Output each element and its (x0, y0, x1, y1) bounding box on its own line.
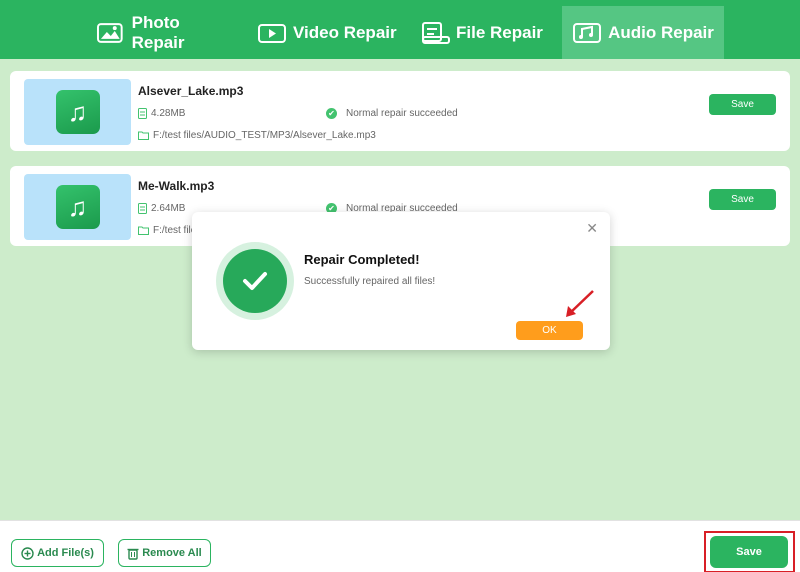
add-files-button[interactable]: Add File(s) (11, 539, 104, 567)
file-name: Me-Walk.mp3 (138, 179, 215, 193)
tab-label: Audio Repair (608, 22, 714, 42)
tab-audio-repair[interactable]: Audio Repair (562, 6, 724, 59)
music-note-icon: ♫ (55, 185, 100, 229)
bottom-action-bar: Add File(s) Remove All Save (0, 520, 800, 572)
document-icon (138, 108, 147, 119)
dialog-message: Successfully repaired all files! (304, 276, 436, 287)
remove-all-button[interactable]: Remove All (118, 539, 211, 567)
document-icon (138, 203, 147, 214)
tab-photo-repair[interactable]: Photo Repair (96, 6, 236, 59)
success-check-icon (216, 242, 294, 320)
ok-button[interactable]: OK (516, 321, 583, 340)
audio-thumbnail: ♫ (24, 79, 131, 145)
video-icon (258, 23, 286, 43)
audio-icon (573, 22, 602, 43)
file-path: F:/test file (138, 225, 196, 236)
file-name: Alsever_Lake.mp3 (138, 84, 244, 98)
tab-label: Photo Repair (131, 12, 185, 52)
tab-label: File Repair (456, 22, 543, 42)
file-size: 2.64MB (138, 203, 185, 214)
repair-completed-dialog: ✕ Repair Completed! Successfully repaire… (192, 212, 610, 350)
file-size: 4.28MB (138, 108, 185, 119)
folder-icon (138, 226, 149, 235)
save-all-button[interactable]: Save (710, 536, 788, 568)
plus-circle-icon (21, 546, 34, 560)
check-icon: ✔ (326, 108, 337, 119)
folder-icon (138, 131, 149, 140)
file-card: ♫ Alsever_Lake.mp3 4.28MB ✔ Normal repai… (10, 71, 790, 151)
top-tab-bar: Photo Repair Video Repair File Repair Au… (0, 0, 800, 59)
tab-video-repair[interactable]: Video Repair (257, 6, 397, 59)
tab-label: Video Repair (293, 22, 397, 42)
dialog-title: Repair Completed! (304, 252, 420, 267)
repair-status: ✔ Normal repair succeeded (326, 108, 458, 119)
save-button[interactable]: Save (709, 189, 776, 210)
arrow-annotation-icon (566, 290, 594, 317)
close-icon[interactable]: ✕ (586, 220, 598, 237)
file-icon (422, 21, 450, 44)
photo-icon (96, 22, 123, 43)
music-note-icon: ♫ (55, 90, 100, 134)
file-path: F:/test files/AUDIO_TEST/MP3/Alsever_Lak… (138, 130, 376, 141)
audio-thumbnail: ♫ (24, 174, 131, 240)
trash-icon (127, 548, 139, 560)
tab-file-repair[interactable]: File Repair (420, 6, 545, 59)
save-button[interactable]: Save (709, 94, 776, 115)
